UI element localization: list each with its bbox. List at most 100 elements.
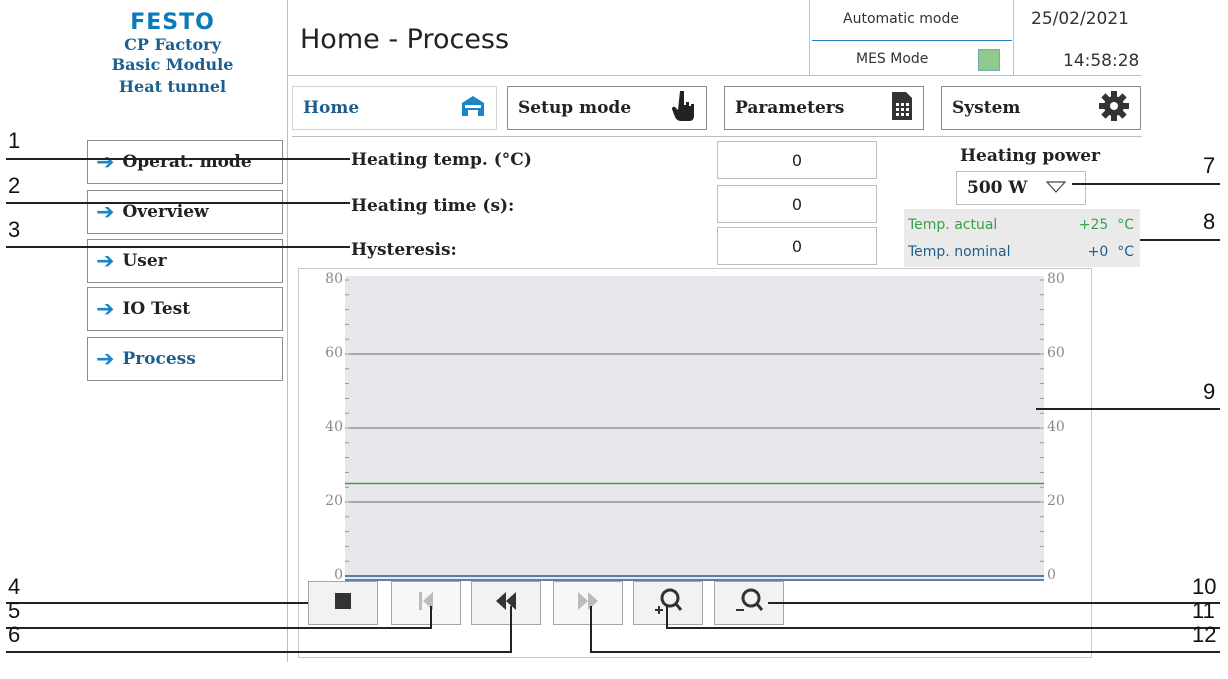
zoom-in-button[interactable] [633, 581, 703, 625]
skip-to-start-icon [416, 590, 436, 616]
mes-mode-indicator [978, 49, 1000, 71]
callout-line-11 [666, 627, 1220, 629]
heating-temp-label: Heating temp. (°C) [351, 150, 532, 170]
callout-3: 3 [8, 217, 21, 242]
tab-parameters-label: Parameters [735, 98, 845, 118]
y-tick-label-0: 0 [1047, 567, 1056, 583]
automatic-mode-label: Automatic mode [843, 11, 959, 27]
tabs-divider [292, 136, 1142, 137]
arrow-right-icon: ➔ [96, 296, 115, 322]
hysteresis-input[interactable]: 0 [717, 227, 877, 265]
menu-label: User [122, 251, 167, 271]
temperature-chart [345, 279, 1044, 577]
y-tick-label-40: 40 [1047, 419, 1065, 435]
callout-line-2 [6, 202, 350, 204]
tab-system[interactable]: System [941, 86, 1141, 130]
menu-item-process[interactable]: ➔ Process [87, 337, 283, 381]
zoom-in-icon [653, 586, 683, 620]
callout-10: 10 [1192, 574, 1217, 599]
callout-vline-5 [430, 606, 432, 628]
stop-button[interactable] [308, 581, 378, 625]
callout-line-10 [768, 602, 1220, 604]
callout-9: 9 [1203, 379, 1216, 404]
arrow-right-icon: ➔ [96, 149, 115, 175]
callout-4: 4 [8, 574, 21, 599]
zoom-out-icon [734, 586, 764, 620]
y-tick-label-80: 80 [1047, 271, 1065, 287]
menu-label: Process [122, 349, 196, 369]
y-tick-label-60: 60 [1047, 345, 1065, 361]
legend-actual-value: +25 [1078, 217, 1109, 233]
y-tick-label-20: 20 [1047, 493, 1065, 509]
callout-2: 2 [8, 173, 21, 198]
callout-line-3 [6, 246, 350, 248]
tab-parameters[interactable]: Parameters [724, 86, 924, 130]
callout-6: 6 [8, 622, 21, 647]
menu-label: Operat. mode [122, 152, 252, 172]
chevron-down-icon [1045, 178, 1066, 198]
hand-pointer-icon [672, 89, 696, 128]
callout-vline-11 [666, 606, 668, 628]
tab-system-label: System [952, 98, 1021, 118]
status-underline [812, 40, 1012, 41]
callout-12: 12 [1192, 622, 1217, 647]
mes-mode-label: MES Mode [856, 51, 929, 67]
legend-actual-unit: °C [1117, 217, 1134, 233]
hysteresis-label: Hysteresis: [351, 240, 457, 260]
legend-nominal-unit: °C [1117, 244, 1134, 260]
tab-home-label: Home [303, 98, 360, 118]
heating-power-select[interactable]: 500 W [956, 171, 1086, 205]
callout-vline-12 [590, 606, 592, 652]
tab-home[interactable]: Home [292, 86, 497, 130]
heating-power-label: Heating power [960, 146, 1101, 166]
header-divider [287, 75, 1142, 76]
time-display: 14:58:28 [1063, 51, 1140, 71]
callout-line-12 [590, 651, 1220, 653]
y-tick-label-40: 40 [325, 419, 343, 435]
tab-setup-mode[interactable]: Setup mode [507, 86, 707, 130]
callout-line-7 [1072, 183, 1220, 185]
page-title: Home - Process [300, 24, 510, 55]
brand-block: FESTO CP Factory Basic Module Heat tunne… [70, 10, 275, 97]
callout-line-4 [6, 602, 308, 604]
callout-line-8 [1140, 239, 1220, 241]
fast-forward-icon [576, 590, 600, 616]
heating-temp-input[interactable]: 0 [717, 141, 877, 179]
arrow-right-icon: ➔ [96, 248, 115, 274]
callout-line-5 [6, 627, 432, 629]
legend-nominal: Temp. nominal +0 °C [908, 244, 1134, 260]
skip-to-start-button[interactable] [391, 581, 461, 625]
callout-8: 8 [1203, 209, 1216, 234]
y-tick-label-60: 60 [325, 345, 343, 361]
brand-line-2: Basic Module [111, 55, 234, 74]
heating-time-input[interactable]: 0 [717, 185, 877, 223]
legend-actual-label: Temp. actual [908, 217, 998, 233]
gear-icon [1098, 90, 1130, 127]
date-display: 25/02/2021 [1031, 9, 1129, 29]
callout-7: 7 [1203, 153, 1216, 178]
legend-actual: Temp. actual +25 °C [908, 217, 1134, 233]
home-icon [460, 94, 486, 123]
tab-setup-mode-label: Setup mode [518, 98, 632, 118]
menu-item-operat-mode[interactable]: ➔ Operat. mode [87, 140, 283, 184]
rewind-icon [494, 590, 518, 616]
heating-power-value: 500 W [967, 178, 1028, 198]
arrow-right-icon: ➔ [96, 346, 115, 372]
festo-logo: FESTO [130, 10, 215, 35]
stop-icon [333, 591, 353, 615]
fast-forward-button[interactable] [553, 581, 623, 625]
y-tick-label-80: 80 [325, 271, 343, 287]
menu-label: Overview [122, 202, 209, 222]
status-divider-1 [809, 0, 810, 75]
callout-1: 1 [8, 128, 21, 153]
rewind-button[interactable] [471, 581, 541, 625]
menu-item-overview[interactable]: ➔ Overview [87, 190, 283, 234]
brand-line-3: Heat tunnel [118, 77, 227, 96]
legend-nominal-value: +0 [1087, 244, 1109, 260]
left-divider [287, 0, 288, 662]
callout-line-9 [1036, 408, 1220, 410]
callout-line-1 [6, 158, 350, 160]
menu-item-io-test[interactable]: ➔ IO Test [87, 287, 283, 331]
callout-line-6 [6, 651, 512, 653]
heating-time-label: Heating time (s): [351, 196, 515, 216]
